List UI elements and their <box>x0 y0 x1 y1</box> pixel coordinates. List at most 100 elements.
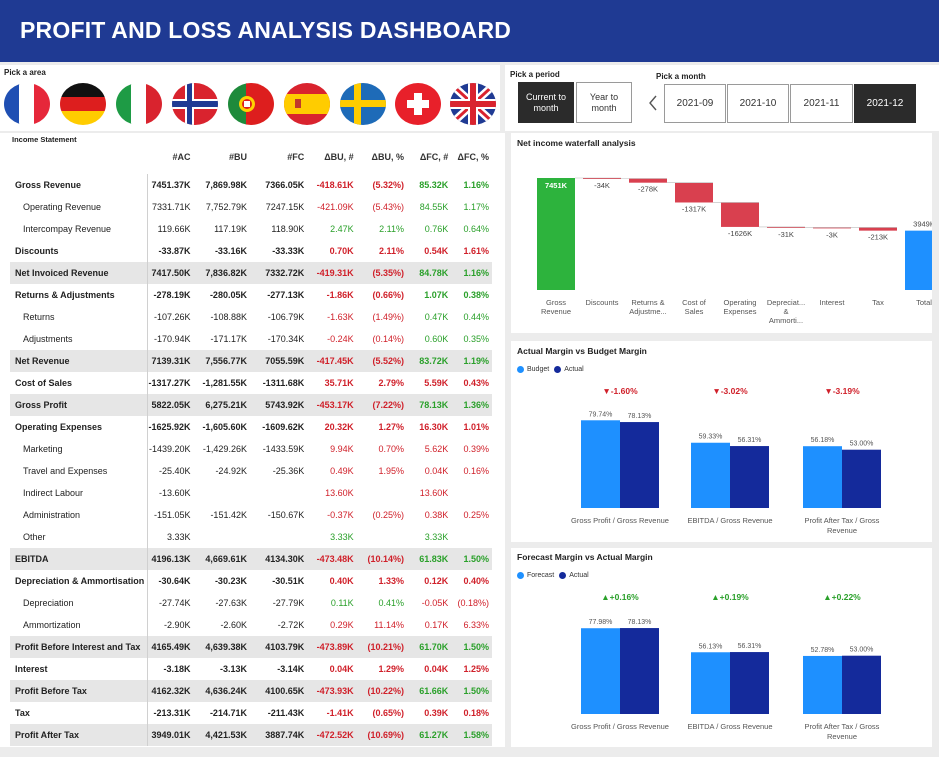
category-label: Cost of Sales <box>682 298 707 316</box>
income-statement-table: #AC #BU #FC ΔBU, # ΔBU, % ΔFC, # ΔFC, % … <box>10 140 492 746</box>
margin-bar[interactable] <box>620 628 659 714</box>
table-cell: -33.33K <box>272 246 305 256</box>
variance-label: ▼-3.02% <box>712 386 748 396</box>
waterfall-bar[interactable] <box>859 227 897 231</box>
portugal-flag-icon[interactable] <box>228 83 274 125</box>
table-cell: 7,752.79K <box>205 202 247 212</box>
column-header: #AC <box>172 152 191 162</box>
row-label: Profit Before Tax <box>10 680 149 702</box>
margin-bar[interactable] <box>581 420 620 508</box>
margin-bar[interactable] <box>691 442 730 508</box>
table-cell: 2.79% <box>378 378 405 388</box>
legend-dot <box>517 572 524 579</box>
row-label: Cost of Sales <box>10 372 149 394</box>
table-cell: -473.93K <box>307 680 357 702</box>
current-to-month-button[interactable]: Current to month <box>518 82 574 123</box>
row-label: Depreciation & Ammortisation <box>10 570 149 592</box>
table-cell: 0.16% <box>463 466 489 476</box>
variance-label: ▼-1.60% <box>602 386 638 396</box>
table-cell: 7451.37K <box>151 180 191 190</box>
margin-bar[interactable] <box>730 446 769 508</box>
table-row: Interest -3.18K -3.13K -3.14K 0.04K 1.29% 0.04… <box>10 658 492 680</box>
year-to-month-button[interactable]: Year to month <box>576 82 632 123</box>
variance-label: ▲+0.22% <box>823 592 861 602</box>
table-cell: (5.35%) <box>356 262 408 284</box>
table-cell: 1.29% <box>378 664 405 674</box>
table-cell: 13.60K <box>419 488 449 498</box>
margin-bar[interactable] <box>803 655 842 714</box>
waterfall-bar[interactable] <box>537 178 575 290</box>
france-flag-icon[interactable] <box>4 83 50 125</box>
table-row: Marketing -1439.20K -1,429.26K -1433.59K 9.9… <box>10 438 492 460</box>
table-cell: 0.47K <box>424 312 449 322</box>
forecast-margin-chart: ▲+0.16% 77.98% 78.13% Gross Profit / Gross … <box>571 592 881 741</box>
month-2021-10-button[interactable]: 2021-10 <box>727 84 789 123</box>
row-label: Returns & Adjustments <box>10 284 149 306</box>
forecast-margin-chart-title: Forecast Margin vs Actual Margin <box>517 552 653 562</box>
row-label: Interest <box>10 658 149 680</box>
table-cell: 1.50% <box>451 548 492 570</box>
norway-flag-icon[interactable] <box>172 83 218 125</box>
table-cell: (10.21%) <box>356 636 408 658</box>
data-label: 53.00% <box>850 647 874 654</box>
margin-bar[interactable] <box>803 446 842 508</box>
italy-flag-icon[interactable] <box>116 83 162 125</box>
waterfall-bar[interactable] <box>905 230 932 290</box>
table-cell: 7247.15K <box>265 202 305 212</box>
table-cell: -30.51K <box>272 576 305 586</box>
month-picker-label: Pick a month <box>656 72 706 81</box>
spain-flag-icon[interactable] <box>284 83 330 125</box>
table-cell: 1.16% <box>451 262 492 284</box>
table-cell: 4162.32K <box>147 680 194 702</box>
table-cell: 7332.72K <box>249 262 308 284</box>
waterfall-bar[interactable] <box>629 178 667 183</box>
table-cell: -170.34K <box>267 334 305 344</box>
margin-bar[interactable] <box>581 628 620 714</box>
data-label: 7451K <box>545 181 568 190</box>
sweden-flag-icon[interactable] <box>340 83 386 125</box>
margin-bar[interactable] <box>730 652 769 714</box>
column-header: ΔFC, % <box>457 152 489 162</box>
data-label: -3K <box>826 230 838 239</box>
table-cell: 0.49K <box>330 466 354 476</box>
legend-label: Budget <box>527 366 550 373</box>
table-cell: 35.71K <box>324 378 354 388</box>
month-2021-09-button[interactable]: 2021-09 <box>664 84 726 123</box>
label-column-header <box>10 140 148 174</box>
table-cell: 4103.79K <box>249 636 308 658</box>
table-cell: 4,669.61K <box>193 548 250 570</box>
table-cell: 3.33K <box>166 532 191 542</box>
table-cell: 7,836.82K <box>193 262 250 284</box>
row-label: Operating Expenses <box>10 416 149 438</box>
table-row: Travel and Expenses -25.40K -24.92K -25.36K… <box>10 460 492 482</box>
page-title: PROFIT AND LOSS ANALYSIS DASHBOARD <box>20 17 512 43</box>
switzerland-flag-icon[interactable] <box>395 83 441 125</box>
margin-bar[interactable] <box>620 422 659 508</box>
table-cell: -3.13K <box>219 664 247 674</box>
row-label: Tax <box>10 702 149 724</box>
waterfall-bar[interactable] <box>675 182 713 203</box>
uk-flag-icon[interactable] <box>450 83 496 125</box>
row-label: Discounts <box>10 240 149 262</box>
forecast-margin-legend: Forecast Actual <box>517 572 589 579</box>
row-label: Net Revenue <box>10 350 149 372</box>
margin-bar[interactable] <box>842 655 881 714</box>
table-cell: -421.09K <box>317 202 354 212</box>
table-cell: (10.14%) <box>356 548 408 570</box>
row-label: Marketing <box>10 438 149 460</box>
margin-bar[interactable] <box>842 449 881 508</box>
table-cell: -27.63K <box>215 598 247 608</box>
table-cell: (10.22%) <box>356 680 408 702</box>
month-2021-12-button[interactable]: 2021-12 <box>854 84 916 123</box>
table-cell: 0.54K <box>424 246 449 256</box>
month-2021-11-button[interactable]: 2021-11 <box>790 84 853 123</box>
table-cell: -211.43K <box>267 708 305 718</box>
margin-bar[interactable] <box>691 652 730 714</box>
chevron-left-icon[interactable] <box>646 92 660 114</box>
table-cell: 0.40% <box>463 576 489 586</box>
table-cell: -30.23K <box>214 576 247 586</box>
table-cell <box>250 482 307 504</box>
waterfall-bar[interactable] <box>721 202 759 227</box>
row-label: Adjustments <box>10 328 149 350</box>
germany-flag-icon[interactable] <box>60 83 106 125</box>
